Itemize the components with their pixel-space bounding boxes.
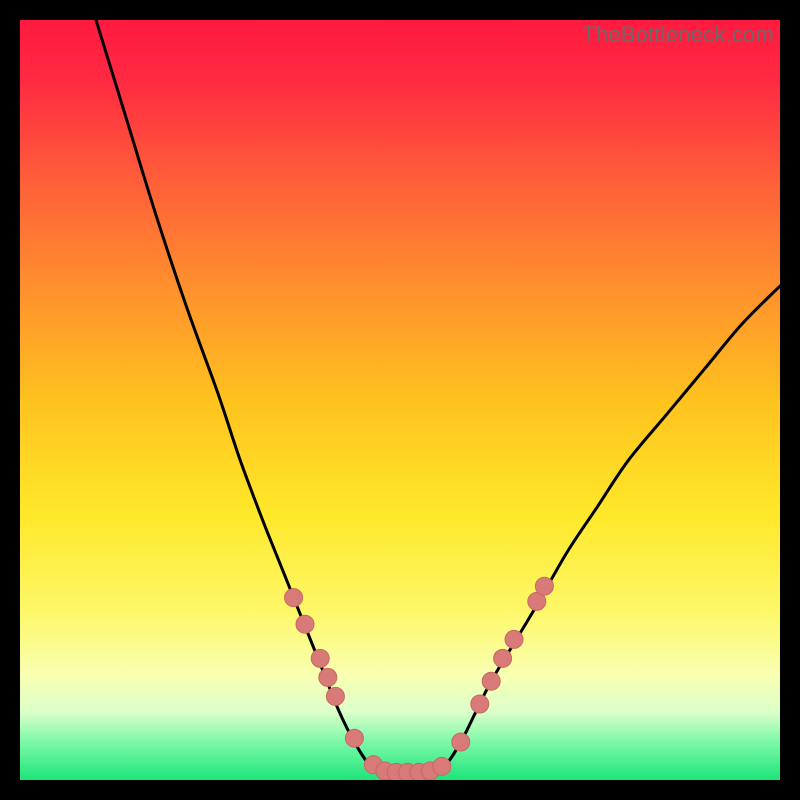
- data-marker: [494, 649, 512, 667]
- data-marker: [326, 687, 344, 705]
- watermark-text: TheBottleneck.com: [582, 22, 774, 48]
- data-marker: [505, 630, 523, 648]
- data-marker: [311, 649, 329, 667]
- data-marker: [285, 589, 303, 607]
- data-marker: [452, 733, 470, 751]
- data-marker: [471, 695, 489, 713]
- data-marker: [535, 577, 553, 595]
- gradient-background: [20, 20, 780, 780]
- data-marker: [345, 729, 363, 747]
- data-marker: [433, 757, 451, 775]
- chart-frame: TheBottleneck.com: [20, 20, 780, 780]
- data-marker: [319, 668, 337, 686]
- data-marker: [482, 672, 500, 690]
- data-marker: [296, 615, 314, 633]
- chart-svg: [20, 20, 780, 780]
